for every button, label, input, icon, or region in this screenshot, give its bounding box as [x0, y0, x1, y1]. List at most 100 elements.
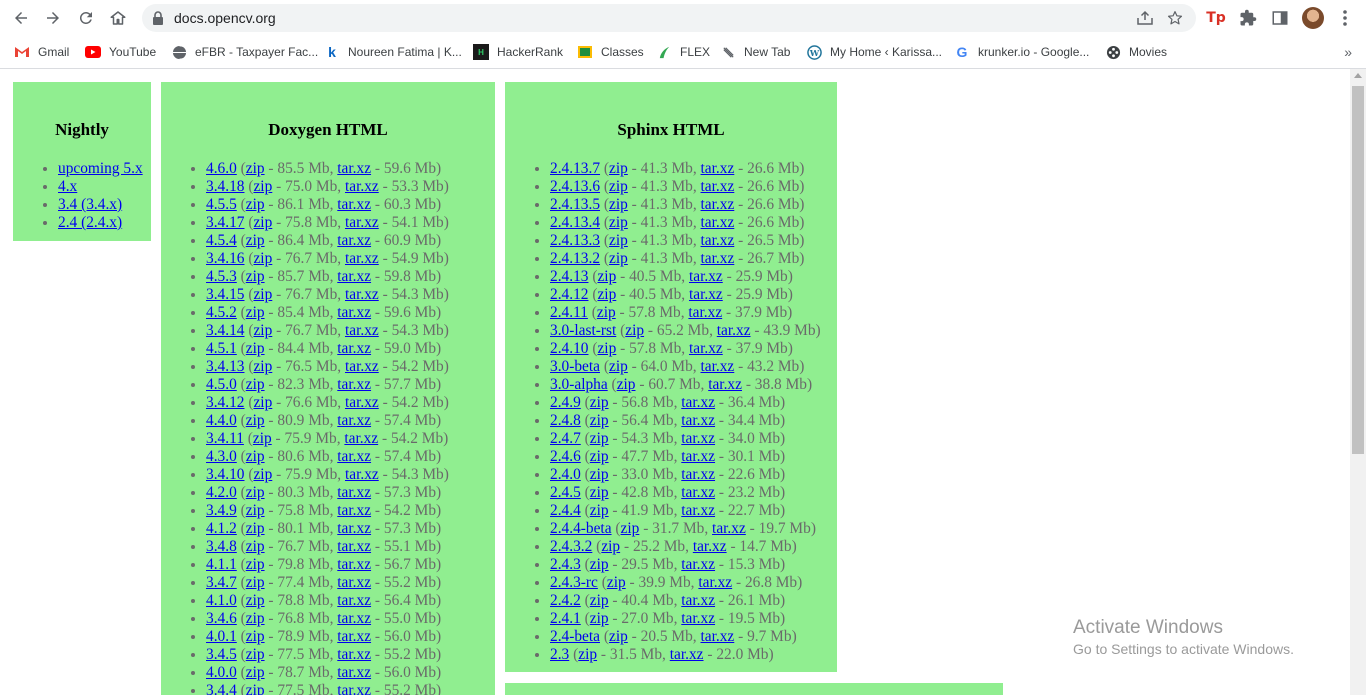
version-link[interactable]: 2.4.3.2: [550, 538, 592, 555]
tar-link[interactable]: tar.xz: [345, 286, 379, 303]
extensions-puzzle-icon[interactable]: [1238, 8, 1258, 28]
zip-link[interactable]: zip: [590, 502, 609, 519]
version-link[interactable]: 3.0-last-rst: [550, 322, 616, 339]
version-link[interactable]: 3.4.10: [206, 466, 244, 483]
zip-link[interactable]: zip: [590, 466, 609, 483]
bookmark-flex[interactable]: FLEX: [656, 42, 710, 62]
zip-link[interactable]: zip: [253, 178, 272, 195]
zip-link[interactable]: zip: [253, 250, 272, 267]
version-link[interactable]: 4.5.5: [206, 196, 237, 213]
zip-link[interactable]: zip: [246, 574, 265, 591]
version-link[interactable]: 4.5.3: [206, 268, 237, 285]
tar-link[interactable]: tar.xz: [345, 214, 379, 231]
version-link[interactable]: 3.4.14: [206, 322, 244, 339]
tar-link[interactable]: tar.xz: [337, 682, 371, 695]
zip-link[interactable]: zip: [246, 160, 265, 177]
version-link[interactable]: 3.4.15: [206, 286, 244, 303]
version-link[interactable]: 2.4.13.6: [550, 178, 600, 195]
zip-link[interactable]: zip: [246, 502, 265, 519]
zip-link[interactable]: zip: [246, 448, 265, 465]
version-link[interactable]: 2.4.3-rc: [550, 574, 598, 591]
zip-link[interactable]: zip: [246, 484, 265, 501]
zip-link[interactable]: zip: [246, 232, 265, 249]
tar-link[interactable]: tar.xz: [688, 304, 722, 321]
version-link[interactable]: 3.4.17: [206, 214, 244, 231]
version-link[interactable]: 3.4.5: [206, 646, 237, 663]
tar-link[interactable]: tar.xz: [337, 484, 371, 501]
version-link[interactable]: 3.4.7: [206, 574, 237, 591]
zip-link[interactable]: zip: [609, 232, 628, 249]
tar-link[interactable]: tar.xz: [681, 502, 715, 519]
zip-link[interactable]: zip: [246, 538, 265, 555]
tar-link[interactable]: tar.xz: [337, 160, 371, 177]
tar-link[interactable]: tar.xz: [337, 592, 371, 609]
kebab-menu-icon[interactable]: [1338, 8, 1352, 28]
bookmark-noureen[interactable]: k Noureen Fatima | K...: [324, 42, 462, 62]
scroll-up-arrow-icon[interactable]: [1354, 73, 1362, 78]
tar-link[interactable]: tar.xz: [712, 520, 746, 537]
nightly-link[interactable]: 3.4 (3.4.x): [58, 196, 122, 213]
version-link[interactable]: 2.4.8: [550, 412, 581, 429]
tar-link[interactable]: tar.xz: [345, 466, 379, 483]
zip-link[interactable]: zip: [597, 268, 616, 285]
tar-link[interactable]: tar.xz: [681, 430, 715, 447]
tar-link[interactable]: tar.xz: [681, 610, 715, 627]
version-link[interactable]: 3.4.13: [206, 358, 244, 375]
tar-link[interactable]: tar.xz: [681, 412, 715, 429]
bookmark-movies[interactable]: Movies: [1105, 42, 1167, 62]
zip-link[interactable]: zip: [609, 628, 628, 645]
chevron-right-icon[interactable]: »: [1344, 44, 1352, 60]
version-link[interactable]: 2.4.3: [550, 556, 581, 573]
zip-link[interactable]: zip: [609, 178, 628, 195]
tar-link[interactable]: tar.xz: [689, 286, 723, 303]
version-link[interactable]: 3.4.11: [206, 430, 244, 447]
zip-link[interactable]: zip: [246, 412, 265, 429]
tar-link[interactable]: tar.xz: [337, 628, 371, 645]
tar-link[interactable]: tar.xz: [337, 538, 371, 555]
tar-link[interactable]: tar.xz: [693, 538, 727, 555]
zip-link[interactable]: zip: [253, 286, 272, 303]
version-link[interactable]: 3.4.18: [206, 178, 244, 195]
forward-button[interactable]: [41, 6, 65, 30]
version-link[interactable]: 4.4.0: [206, 412, 237, 429]
tar-link[interactable]: tar.xz: [689, 268, 723, 285]
zip-link[interactable]: zip: [253, 394, 272, 411]
tar-link[interactable]: tar.xz: [345, 358, 379, 375]
zip-link[interactable]: zip: [609, 250, 628, 267]
zip-link[interactable]: zip: [590, 556, 609, 573]
version-link[interactable]: 3.0-beta: [550, 358, 600, 375]
tar-link[interactable]: tar.xz: [701, 178, 735, 195]
tar-link[interactable]: tar.xz: [344, 430, 378, 447]
tar-link[interactable]: tar.xz: [681, 466, 715, 483]
bookmark-newtab[interactable]: New Tab: [720, 42, 790, 62]
version-link[interactable]: 2.4.1: [550, 610, 581, 627]
tar-link[interactable]: tar.xz: [681, 556, 715, 573]
zip-link[interactable]: zip: [253, 466, 272, 483]
zip-link[interactable]: zip: [609, 160, 628, 177]
zip-link[interactable]: zip: [590, 610, 609, 627]
version-link[interactable]: 2.4.11: [550, 304, 588, 321]
bookmark-youtube[interactable]: YouTube: [85, 42, 156, 62]
version-link[interactable]: 2.4.0: [550, 466, 581, 483]
zip-link[interactable]: zip: [609, 358, 628, 375]
zip-link[interactable]: zip: [246, 592, 265, 609]
tar-link[interactable]: tar.xz: [337, 448, 371, 465]
zip-link[interactable]: zip: [246, 610, 265, 627]
version-link[interactable]: 2.4.4: [550, 502, 581, 519]
zip-link[interactable]: zip: [609, 214, 628, 231]
version-link[interactable]: 4.1.1: [206, 556, 237, 573]
version-link[interactable]: 2.4.5: [550, 484, 581, 501]
zip-link[interactable]: zip: [246, 646, 265, 663]
zip-link[interactable]: zip: [253, 430, 272, 447]
version-link[interactable]: 2.4.13.3: [550, 232, 600, 249]
tar-link[interactable]: tar.xz: [345, 250, 379, 267]
tar-link[interactable]: tar.xz: [681, 592, 715, 609]
tar-link[interactable]: tar.xz: [681, 484, 715, 501]
version-link[interactable]: 4.0.1: [206, 628, 237, 645]
home-button[interactable]: [106, 6, 130, 30]
tar-link[interactable]: tar.xz: [701, 214, 735, 231]
tar-link[interactable]: tar.xz: [337, 196, 371, 213]
version-link[interactable]: 2.4.12: [550, 286, 588, 303]
zip-link[interactable]: zip: [625, 322, 644, 339]
tar-link[interactable]: tar.xz: [701, 232, 735, 249]
